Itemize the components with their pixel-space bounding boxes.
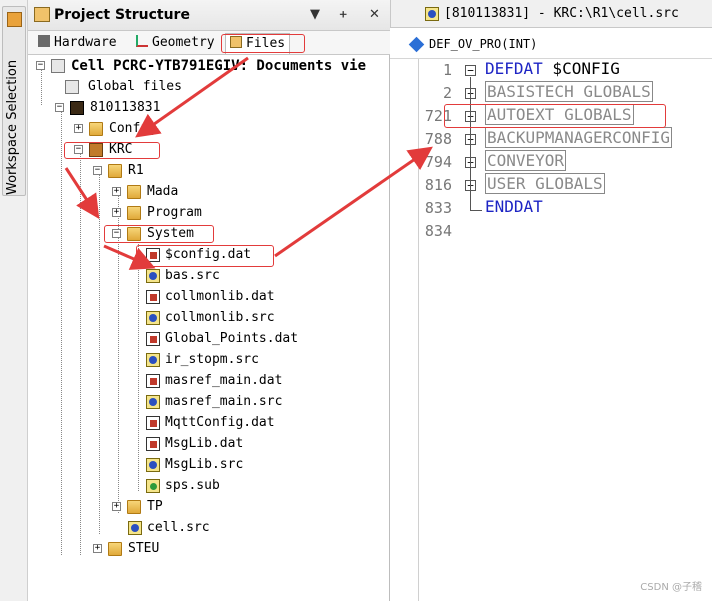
line-number: 834 [424, 222, 452, 240]
line-number: 721 [424, 107, 452, 125]
config-dat-highlight [136, 245, 274, 267]
tab-hardware[interactable]: Hardware [34, 33, 121, 54]
project-structure-panel: Project Structure ▼ ᚐ ✕ Hardware Geometr… [28, 0, 390, 601]
src-file-icon [146, 311, 160, 325]
function-selector[interactable]: DEF_OV_PRO(INT) [390, 31, 712, 59]
workspace-icon [7, 12, 22, 27]
function-name: DEF_OV_PRO(INT) [429, 37, 538, 51]
editor-title: [810113831] - KRC:\R1\cell.src [444, 6, 679, 21]
line-number: 794 [424, 153, 452, 171]
src-file-icon [146, 353, 160, 367]
folder-icon [127, 500, 141, 514]
folder-icon [108, 164, 122, 178]
collapse-toggle[interactable]: − [55, 103, 64, 112]
line-number: 816 [424, 176, 452, 194]
folder-icon [89, 122, 103, 136]
expand-toggle[interactable]: + [112, 208, 121, 217]
line-number: 1 [442, 61, 452, 79]
watermark: CSDN @子稽 [640, 582, 702, 593]
editor-titlebar: [810113831] - KRC:\R1\cell.src [390, 0, 712, 28]
code-line-enddat[interactable]: ENDDAT [485, 197, 543, 219]
dat-file-icon [146, 416, 160, 430]
system-highlight [104, 225, 214, 243]
cell-icon [51, 59, 65, 73]
expand-toggle[interactable]: + [93, 544, 102, 553]
expand-toggle[interactable]: + [74, 124, 83, 133]
code-line-fold[interactable]: CONVEYOR [485, 150, 567, 173]
function-icon [408, 36, 425, 53]
autoext-highlight [444, 104, 666, 128]
controller-icon [70, 101, 84, 115]
src-file-icon [425, 7, 439, 21]
collapse-toggle[interactable]: − [93, 166, 102, 175]
panel-titlebar: Project Structure ▼ ᚐ ✕ [28, 0, 390, 31]
dat-file-icon [146, 374, 160, 388]
code-line-fold[interactable]: BASISTECH GLOBALS [485, 81, 653, 104]
src-file-icon [128, 521, 142, 535]
line-number: 788 [424, 130, 452, 148]
expand-toggle[interactable]: + [112, 187, 121, 196]
code-line-fold[interactable]: BACKUPMANAGERCONFIG [485, 127, 673, 150]
panel-title: Project Structure [54, 7, 190, 23]
dat-file-icon [146, 437, 160, 451]
panel-tabs: Hardware Geometry Files [28, 31, 390, 55]
file-tree: − Cell PCRC-YTB791EGIV: Documents vie Gl… [36, 58, 367, 556]
panel-pin-button[interactable]: ᚐ [340, 7, 346, 22]
global-files-icon [65, 80, 79, 94]
project-structure-icon [34, 7, 50, 22]
folder-icon [127, 185, 141, 199]
fold-toggle[interactable]: − [465, 65, 476, 76]
expand-toggle[interactable]: + [112, 502, 121, 511]
panel-close-button[interactable]: ✕ [369, 7, 380, 22]
files-tab-highlight [221, 34, 305, 53]
dat-file-icon [146, 332, 160, 346]
panel-menu-button[interactable]: ▼ [310, 7, 320, 22]
code-editor: [810113831] - KRC:\R1\cell.src DEF_OV_PR… [390, 0, 712, 601]
krc-highlight [64, 142, 160, 159]
src-file-icon [146, 269, 160, 283]
dat-file-icon [146, 290, 160, 304]
workspace-selection-label: Workspace Selection [5, 59, 20, 195]
code-line-defdat[interactable]: DEFDAT $CONFIG [485, 59, 620, 81]
geometry-icon [136, 35, 148, 47]
folder-icon [108, 542, 122, 556]
workspace-strip: Workspace Selection [0, 0, 28, 601]
collapse-toggle[interactable]: − [36, 61, 45, 70]
line-number: 833 [424, 199, 452, 217]
line-number: 2 [442, 84, 452, 102]
tab-geometry[interactable]: Geometry [132, 33, 219, 54]
workspace-selection-tab[interactable]: Workspace Selection [2, 6, 26, 196]
code-line-fold[interactable]: USER GLOBALS [485, 173, 605, 196]
hardware-icon [38, 35, 50, 47]
sub-file-icon [146, 479, 160, 493]
folder-icon [127, 206, 141, 220]
src-file-icon [146, 458, 160, 472]
src-file-icon [146, 395, 160, 409]
